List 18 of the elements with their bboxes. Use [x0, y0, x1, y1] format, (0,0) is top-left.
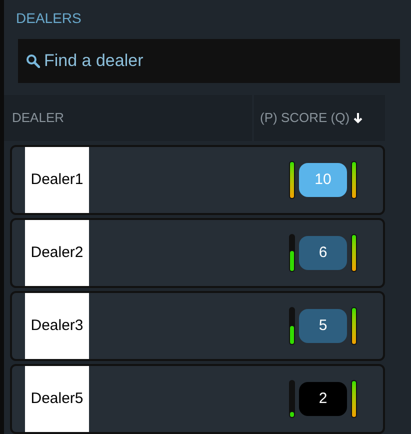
score-badge: 5	[299, 309, 347, 343]
section-title: DEALERS	[16, 9, 82, 28]
dealer-row[interactable]: Dealer2 6	[10, 218, 385, 288]
dealer-name: Dealer2	[30, 242, 84, 263]
dealer-row[interactable]: Dealer5 2	[10, 364, 385, 434]
sort-arrow-icon[interactable]	[352, 112, 363, 124]
score-badge: 2	[299, 382, 347, 416]
score-badge: 6	[299, 236, 347, 270]
column-header[interactable]: DEALER	[12, 108, 64, 128]
dealer-name: Dealer3	[30, 316, 84, 336]
dealer-row[interactable]: Dealer3 5	[10, 291, 385, 361]
dealer-name: Dealer5	[30, 388, 84, 409]
dealer-name: Dealer1	[30, 170, 84, 190]
search-bar[interactable]: Find a dealer	[18, 39, 400, 83]
dealer-row[interactable]: Dealer1 10	[10, 145, 385, 215]
search-icon	[26, 54, 40, 68]
score-badge: 10	[299, 163, 347, 197]
search-field[interactable]: Find a dealer	[44, 48, 392, 74]
